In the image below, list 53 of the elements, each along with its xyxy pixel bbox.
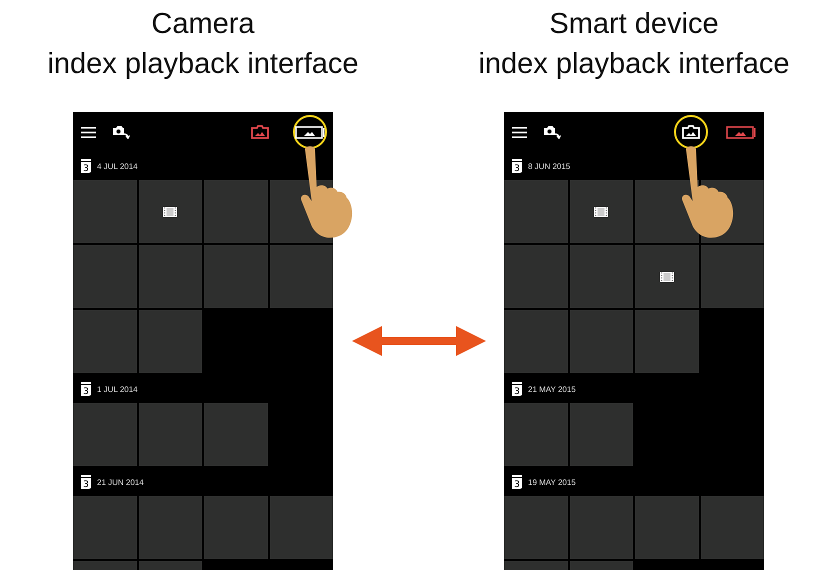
photo-thumbnail[interactable] [204,496,268,559]
photo-thumbnail[interactable] [138,403,202,466]
photo-thumbnail[interactable] [504,310,568,373]
date-label: 21 MAY 2015 [528,384,576,394]
photo-thumbnail[interactable] [270,245,333,308]
date-label: 21 JUN 2014 [97,478,144,486]
photo-thumbnail[interactable] [504,496,568,559]
calendar-icon: 3 [512,475,522,489]
photo-thumbnail[interactable] [570,496,633,559]
calendar-icon: 3 [81,475,91,489]
video-thumbnail[interactable] [570,180,633,243]
photo-thumbnail[interactable] [73,180,136,243]
calendar-icon: 3 [512,382,522,396]
calendar-icon: 3 [81,159,91,173]
photo-thumbnail[interactable] [700,245,764,308]
camera-arrow-icon[interactable] [112,125,130,139]
video-thumbnail[interactable] [635,245,698,308]
calendar-icon: 3 [81,382,91,396]
menu-icon[interactable] [81,126,96,138]
menu-icon[interactable] [512,126,527,138]
photo-thumbnail[interactable] [570,245,633,308]
photo-thumbnail[interactable] [635,496,698,559]
photo-thumbnail[interactable] [570,403,633,466]
photo-thumbnail[interactable] [138,310,202,373]
photo-thumbnail[interactable] [204,403,268,466]
panel-title: Smart device index playback interface [478,7,790,82]
date-label: 8 JUN 2015 [528,162,570,170]
photo-thumbnail[interactable] [204,180,268,243]
film-icon [163,206,178,216]
film-icon [660,272,674,282]
photo-thumbnail[interactable] [73,310,136,373]
date-label: 4 JUL 2014 [97,162,138,170]
photo-thumbnail[interactable] [504,245,568,308]
calendar-icon: 3 [512,159,522,173]
photo-thumbnail[interactable] [504,403,568,466]
film-icon [594,206,608,216]
photo-thumbnail[interactable] [570,310,633,373]
panel-title: Camera index playback interface [47,7,359,82]
photo-thumbnail[interactable] [138,496,202,559]
date-label: 1 JUL 2014 [97,384,138,394]
photo-thumbnail[interactable] [73,403,136,466]
photo-thumbnail[interactable] [138,245,202,308]
photo-thumbnail[interactable] [504,180,568,243]
photo-thumbnail[interactable] [204,245,268,308]
camera-arrow-icon[interactable] [543,125,561,139]
date-label: 19 MAY 2015 [528,478,576,486]
photo-thumbnail[interactable] [73,245,136,308]
photo-thumbnail[interactable] [73,496,136,559]
double-arrow-icon [352,326,486,356]
photo-thumbnail[interactable] [635,310,698,373]
photo-thumbnail[interactable] [700,496,764,559]
photo-thumbnail[interactable] [270,496,333,559]
video-thumbnail[interactable] [138,180,202,243]
